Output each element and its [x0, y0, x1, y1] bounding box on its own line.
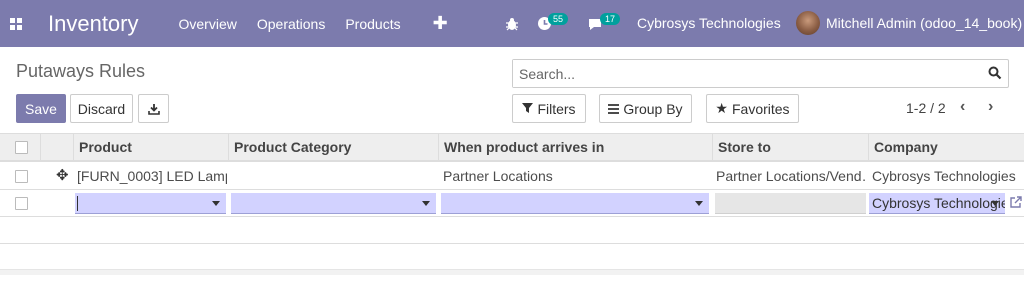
external-link-icon[interactable]: [1010, 196, 1022, 208]
column-header-category[interactable]: Product Category: [228, 134, 438, 161]
row-checkbox[interactable]: [15, 197, 28, 210]
column-header-product[interactable]: Product: [73, 134, 228, 161]
table-footer: [0, 269, 1024, 275]
bug-icon[interactable]: [505, 0, 519, 47]
arrives-in-select[interactable]: [441, 193, 709, 214]
select-all-checkbox[interactable]: [15, 141, 28, 154]
pager-value[interactable]: 1-2 / 2: [906, 100, 946, 116]
menu-products[interactable]: Products: [345, 16, 400, 32]
cell-store-to[interactable]: Partner Locations/Vend…: [716, 163, 866, 189]
page-title: Putaways Rules: [16, 61, 146, 81]
activity-badge: 55: [548, 13, 569, 25]
star-icon: ★: [715, 100, 728, 116]
groupby-button[interactable]: Group By: [599, 94, 692, 123]
user-menu[interactable]: Mitchell Admin (odoo_14_book): [826, 15, 1022, 31]
product-select[interactable]: [75, 193, 226, 214]
menu-operations[interactable]: Operations: [257, 16, 325, 32]
caret-down-icon: [422, 201, 430, 206]
plus-menu-icon[interactable]: ✚: [433, 13, 448, 34]
app-title[interactable]: Inventory: [48, 11, 139, 37]
table-row-editing[interactable]: Cybrosys Technologies: [0, 190, 1024, 217]
filters-button[interactable]: Filters: [512, 94, 586, 123]
caret-down-icon: [991, 201, 999, 206]
search-input[interactable]: [513, 60, 983, 87]
search-icon[interactable]: [988, 66, 1002, 80]
search-box[interactable]: [512, 59, 1009, 88]
top-navbar: Inventory Overview Operations Products ✚…: [0, 0, 1024, 47]
avatar[interactable]: [796, 11, 820, 35]
pager-next-icon[interactable]: ›: [988, 98, 993, 116]
cell-product[interactable]: [FURN_0003] LED Lamp: [77, 163, 227, 189]
table-row[interactable]: ✥ [FURN_0003] LED Lamp Partner Locations…: [0, 163, 1024, 190]
caret-down-icon: [695, 201, 703, 206]
cell-arrives-in[interactable]: Partner Locations: [443, 163, 708, 189]
column-header-arrives-in[interactable]: When product arrives in: [438, 134, 712, 161]
row-checkbox[interactable]: [15, 170, 28, 183]
messages-badge: 17: [600, 13, 621, 25]
save-button[interactable]: Save: [16, 94, 66, 123]
store-to-field[interactable]: [715, 193, 866, 214]
apps-menu-icon[interactable]: [0, 0, 32, 47]
drag-handle-icon[interactable]: ✥: [56, 163, 69, 189]
caret-down-icon: [212, 201, 220, 206]
empty-row: [0, 217, 1024, 244]
list-icon: [608, 103, 620, 114]
column-header-company[interactable]: Company: [868, 134, 1024, 161]
favorites-button[interactable]: ★ Favorites: [706, 94, 799, 123]
category-select[interactable]: [231, 193, 436, 214]
cell-category[interactable]: [233, 163, 433, 189]
menu-overview[interactable]: Overview: [179, 16, 237, 32]
download-icon: [147, 103, 160, 115]
download-button[interactable]: [138, 94, 169, 123]
filter-icon: [522, 103, 534, 113]
cell-company: Cybrosys Technologies: [872, 195, 1005, 211]
company-switcher[interactable]: Cybrosys Technologies: [637, 15, 781, 31]
column-header-store-to[interactable]: Store to: [712, 134, 868, 161]
cell-company[interactable]: Cybrosys Technologies: [872, 163, 1022, 189]
company-select[interactable]: Cybrosys Technologies: [869, 193, 1005, 214]
pager-previous-icon[interactable]: ‹: [960, 98, 965, 116]
table-header: Product Product Category When product ar…: [0, 133, 1024, 162]
discard-button[interactable]: Discard: [70, 94, 133, 123]
